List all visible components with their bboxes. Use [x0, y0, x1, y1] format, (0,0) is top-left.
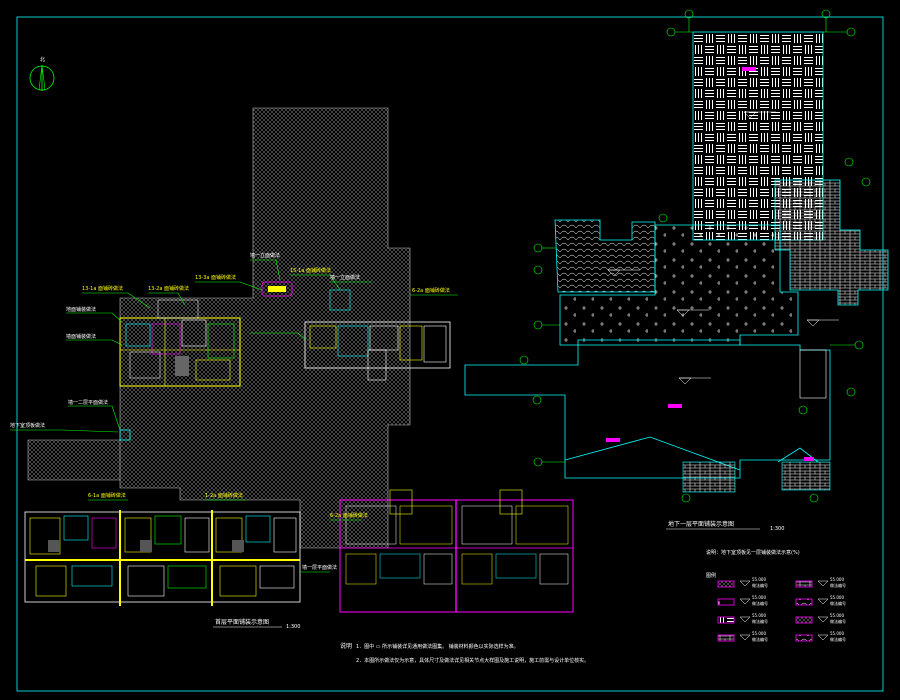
legend-swatch [795, 580, 813, 588]
legend-item-label: 做法编号 [752, 582, 768, 588]
legend-item-label: 做法编号 [752, 636, 768, 642]
basement-outline [464, 339, 831, 479]
callout-6-2a-top: 6-2a 面铺砖做法 [412, 287, 450, 294]
legend-item-label: 做法编号 [830, 582, 846, 588]
callout-6-2a-bottom: 6-2a 面铺砖做法 [330, 512, 368, 519]
side-callout-first-floor: 墙一层平面做法 [302, 564, 337, 571]
legend-item-label: 做法编号 [830, 600, 846, 606]
legend-swatch [717, 616, 735, 624]
legend-swatch [795, 598, 813, 606]
right-plan-title: 地下一层平面铺装示意图 [668, 520, 734, 528]
notes-label: 说明 [340, 642, 352, 650]
legend-code: 55.000 [752, 577, 766, 582]
legend-elevation-mark [739, 598, 751, 605]
legend-code: 55.000 [830, 577, 844, 582]
legend-elevation-mark [739, 580, 751, 587]
legend-item-label: 做法编号 [752, 618, 768, 624]
legend-swatch [717, 634, 735, 642]
legend-swatch [717, 598, 735, 606]
note-line-2: 2．本图所示做法仅为示意，具体尺寸及做法详见相关节点大样图及施工说明，施工前需与… [356, 657, 589, 664]
scale-paving-area [554, 219, 656, 293]
side-callout-ground: 地面铺装做法 [66, 306, 96, 313]
legend-code: 55.000 [830, 613, 844, 618]
building-strip-lower-left [24, 510, 301, 606]
north-arrow: 北 [29, 56, 55, 91]
legend-elevation-mark [817, 634, 829, 641]
general-notes: 说明 1．图中 ▭ 所示铺装详见通用做法图集。 铺装材料颜色以实际选样为准。 2… [340, 642, 589, 664]
legend-elevation-mark [739, 634, 751, 641]
side-callout-wall: 墙面铺装做法 [66, 333, 96, 340]
side-callout-elevation-2: 墙一立面做法 [330, 274, 360, 281]
left-plan: 13-1a 面铺砖做法 13-2a 面铺砖做法 13-3a 面铺砖做法 15-1… [10, 107, 574, 630]
legend-code: 55.000 [752, 631, 766, 636]
right-plan: 地下一层平面铺装示意图 1:300 说明：地下室顶板见一层铺装做法示意(%) [464, 9, 889, 556]
legend-code: 55.000 [752, 613, 766, 618]
legend: 图例 55.000做法编号55.000做法编号55.000做法编号55.000做… [706, 572, 846, 642]
pad-right [781, 461, 831, 491]
legend-swatch [795, 616, 813, 624]
side-callout-basement-roof: 地下室顶板做法 [10, 422, 45, 429]
legend-elevation-mark [817, 598, 829, 605]
legend-code: 55.000 [830, 631, 844, 636]
north-label: 北 [40, 56, 45, 63]
legend-elevation-mark [817, 616, 829, 623]
legend-item-label: 做法编号 [830, 636, 846, 642]
legend-code: 55.000 [752, 595, 766, 600]
site-paving-area [27, 107, 411, 549]
legend-label: 图例 [706, 572, 716, 579]
brick-paving-area [774, 179, 889, 306]
note-line-1: 1．图中 ▭ 所示铺装详见通用做法图集。 铺装材料颜色以实际选样为准。 [356, 643, 519, 650]
callout-13-1a: 13-1a 面铺砖做法 [82, 285, 123, 292]
callout-13-3a: 13-3a 面铺砖做法 [195, 274, 236, 281]
callout-15-1a: 15-1a 面铺砖做法 [290, 267, 331, 274]
left-plan-scale: 1:300 [286, 624, 300, 630]
callout-6-1a: 6-1a 面铺砖做法 [88, 492, 126, 499]
legend-item-label: 做法编号 [830, 618, 846, 624]
side-callout-elevation-1: 墙一立面做法 [250, 252, 280, 259]
callout-1-2a: 1-2a 面铺砖做法 [205, 492, 243, 499]
callout-13-2a: 13-2a 面铺砖做法 [148, 285, 189, 292]
legend-elevation-mark [817, 580, 829, 587]
legend-item-label: 做法编号 [752, 600, 768, 606]
legend-swatch [795, 634, 813, 642]
right-plan-scale: 1:300 [770, 526, 784, 532]
cad-drawing: 北 13-1a 面铺砖做法 13-2a 面铺砖做法 13-3a 面铺砖做法 15… [10, 9, 889, 692]
side-callout-second-floor: 墙一二层平面做法 [68, 399, 108, 406]
pad-left [682, 461, 736, 493]
right-plan-subtitle: 说明：地下室顶板见一层铺装做法示意(%) [706, 549, 800, 556]
legend-swatch [717, 580, 735, 588]
left-plan-title: 首层平面铺装示意图 [215, 618, 269, 626]
legend-elevation-mark [739, 616, 751, 623]
legend-code: 55.000 [830, 595, 844, 600]
